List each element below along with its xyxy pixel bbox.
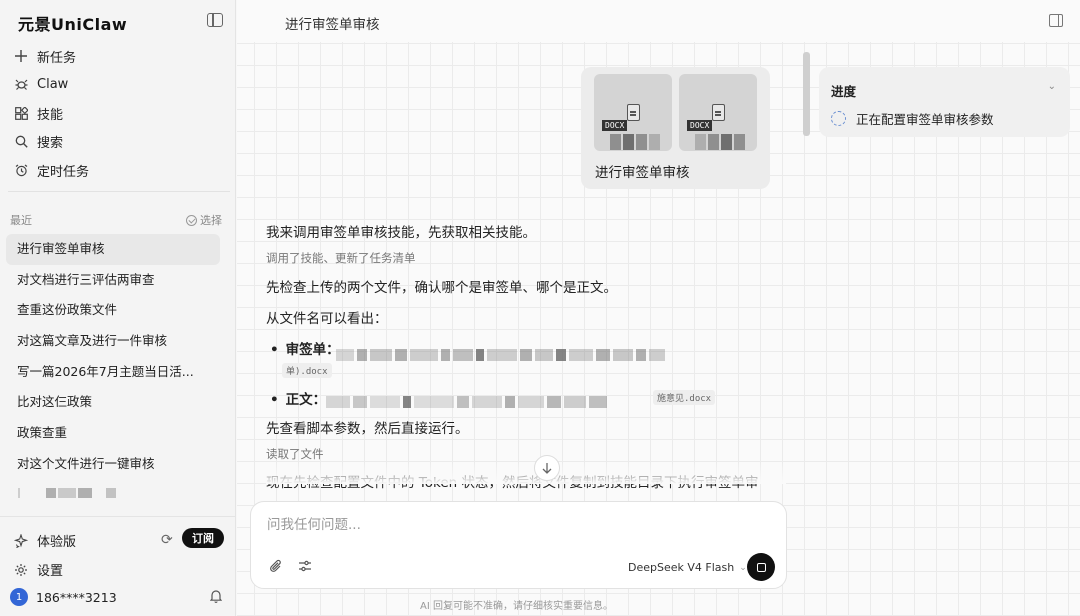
- history-item[interactable]: 进行审签单审核: [6, 234, 220, 265]
- file-type-badge: DOCX: [602, 120, 628, 131]
- brand-logo: 元景UniClaw: [18, 15, 128, 34]
- disclaimer: AI 回复可能不准确，请仔细核实重要信息。: [420, 601, 613, 612]
- loading-spinner-icon: [831, 111, 846, 126]
- progress-title: 进度: [831, 84, 857, 99]
- history-item[interactable]: 查重这份政策文件: [6, 295, 220, 326]
- nav-label: 搜索: [37, 136, 64, 152]
- chat-main: 进行审签单审核 DOCX DOCX 进行审签单审核 进度 ⌄ 正在配置审签单审核…: [237, 0, 1080, 616]
- nav-search[interactable]: 搜索: [0, 128, 236, 157]
- select-label: 选择: [200, 214, 222, 227]
- nav-label: 新任务: [37, 50, 77, 66]
- sidebar: 元景UniClaw 新任务 Claw 技能 搜索 定时任务 最近 选择 进行审签…: [0, 0, 236, 616]
- arrow-down-icon: [542, 463, 552, 474]
- history-item-redacted[interactable]: [18, 488, 116, 500]
- redacted-filename: [610, 134, 660, 150]
- history-item[interactable]: 对这个文件进行一键审核: [6, 449, 220, 480]
- file-attachment[interactable]: DOCX: [679, 74, 757, 151]
- chevron-down-icon[interactable]: ⌄: [1048, 81, 1056, 92]
- scroll-fade: [266, 462, 786, 484]
- bell-icon[interactable]: [209, 589, 223, 603]
- sparkle-icon: [14, 533, 28, 548]
- user-row[interactable]: 1 186****3213: [10, 588, 224, 606]
- tool-activity[interactable]: 读取了文件: [266, 446, 324, 462]
- document-icon: [712, 104, 725, 121]
- sidebar-toggle-icon[interactable]: [207, 13, 223, 27]
- chevron-down-icon: ⌄: [739, 562, 747, 573]
- message-scrollbar[interactable]: [803, 52, 810, 136]
- top-bar: 进行审签单审核: [237, 0, 1080, 42]
- message-text: 我来调用审签单审核技能，先获取相关技能。: [266, 225, 536, 241]
- recent-label: 最近: [10, 214, 32, 227]
- bullet-item-label: 审签单：: [270, 338, 340, 358]
- nav-new-task[interactable]: 新任务: [0, 42, 236, 71]
- chat-input[interactable]: [267, 517, 767, 533]
- history-item[interactable]: 比对这仨政策: [6, 387, 220, 418]
- scroll-to-bottom-button[interactable]: [534, 455, 560, 481]
- nav-label: 定时任务: [37, 164, 90, 180]
- search-icon: [14, 135, 28, 149]
- paperclip-icon[interactable]: [269, 559, 283, 578]
- stop-icon: [756, 562, 766, 572]
- redacted-text: [326, 396, 607, 408]
- history-item[interactable]: 写一篇2026年7月主题当日活...: [6, 357, 220, 388]
- claw-icon: [14, 78, 28, 92]
- redacted-text: [336, 349, 665, 361]
- composer: DeepSeek V4 Flash ⌄: [250, 501, 787, 589]
- history-list: 进行审签单审核 对文档进行三评估两审查 查重这份政策文件 对这篇文章及进行一件审…: [6, 234, 220, 480]
- user-phone: 186****3213: [36, 589, 117, 605]
- skills-icon: [14, 106, 28, 120]
- model-selector[interactable]: DeepSeek V4 Flash ⌄: [628, 561, 747, 574]
- user-message-text: 进行审签单审核: [595, 165, 690, 181]
- plus-icon: [14, 49, 28, 63]
- sidebar-footer: 体验版 ⟳ 订阅 设置 1 186****3213: [0, 516, 236, 616]
- redacted-filename: [695, 134, 745, 150]
- recent-header: 最近 选择: [10, 212, 222, 228]
- subscribe-button[interactable]: 订阅: [182, 528, 224, 548]
- message-text: 从文件名可以看出：: [266, 311, 388, 327]
- sidebar-divider: [8, 191, 230, 192]
- progress-status: 正在配置审签单审核参数: [831, 109, 994, 128]
- nav-scheduled-tasks[interactable]: 定时任务: [0, 156, 236, 185]
- message-text: 先检查上传的两个文件，确认哪个是审签单、哪个是正文。: [266, 280, 617, 296]
- message-text: 先查看脚本参数，然后直接运行。: [266, 421, 469, 437]
- model-name: DeepSeek V4 Flash: [628, 561, 735, 574]
- settings-label: 设置: [37, 564, 64, 579]
- refresh-icon[interactable]: ⟳: [161, 532, 173, 548]
- file-type-badge: DOCX: [687, 120, 713, 131]
- document-icon: [627, 104, 640, 121]
- avatar: 1: [10, 588, 28, 606]
- select-button[interactable]: 选择: [186, 212, 222, 228]
- history-item[interactable]: 对文档进行三评估两审查: [6, 265, 220, 296]
- check-circle-icon: [186, 214, 197, 226]
- nav-label: Claw: [37, 77, 69, 93]
- nav-claw[interactable]: Claw: [0, 71, 236, 100]
- filename-chip: 单).docx: [282, 363, 332, 378]
- trial-label: 体验版: [37, 535, 77, 550]
- gear-icon: [14, 563, 28, 577]
- side-panel-toggle-icon[interactable]: [1049, 14, 1063, 27]
- tool-activity[interactable]: 调用了技能、更新了任务清单: [266, 250, 416, 266]
- history-item[interactable]: 对这篇文章及进行一件审核: [6, 326, 220, 357]
- trial-row: 体验版 ⟳ 订阅: [14, 528, 224, 550]
- nav-skills[interactable]: 技能: [0, 99, 236, 128]
- progress-panel: 进度 ⌄ 正在配置审签单审核参数: [819, 67, 1070, 137]
- alarm-clock-icon: [14, 163, 28, 177]
- user-message-attachments: DOCX DOCX 进行审签单审核: [581, 67, 770, 189]
- progress-status-text: 正在配置审签单审核参数: [856, 112, 994, 127]
- sliders-icon[interactable]: [298, 559, 312, 577]
- filename-chip: 施意见.docx: [653, 390, 716, 405]
- sidebar-nav: 新任务 Claw 技能 搜索 定时任务: [0, 42, 236, 185]
- nav-label: 技能: [37, 107, 64, 123]
- file-attachment[interactable]: DOCX: [594, 74, 672, 151]
- settings-button[interactable]: 设置: [14, 560, 63, 579]
- page-title: 进行审签单审核: [285, 17, 380, 33]
- bullet-item-label: 正文：: [270, 388, 327, 408]
- stop-button[interactable]: [747, 553, 775, 581]
- history-item[interactable]: 政策查重: [6, 418, 220, 449]
